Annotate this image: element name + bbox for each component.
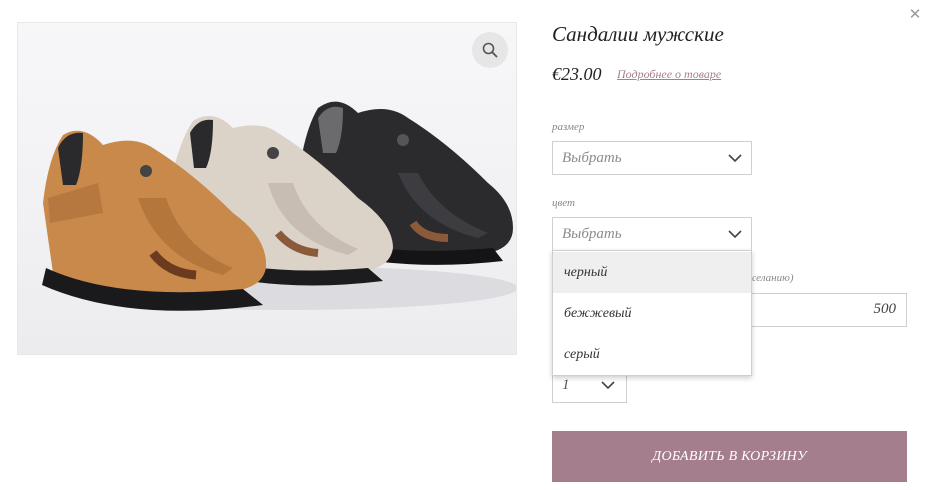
close-icon: ✕ (908, 5, 922, 23)
chevron-down-icon (728, 154, 742, 163)
product-image (17, 22, 517, 355)
color-select-value: Выбрать (562, 226, 622, 242)
color-option-beige[interactable]: бежжевый (553, 293, 751, 334)
text-field-value: 500 (873, 301, 897, 317)
quantity-value: 1 (562, 377, 570, 393)
product-title: Сандалии мужские (552, 22, 724, 46)
zoom-button[interactable] (472, 32, 508, 68)
color-select[interactable]: Выбрать (552, 217, 752, 251)
size-select-value: Выбрать (562, 150, 622, 166)
chevron-down-icon (601, 381, 615, 390)
size-select[interactable]: Выбрать (552, 141, 752, 175)
zoom-icon (482, 42, 498, 58)
color-dropdown-list: черный бежжевый серый (552, 250, 752, 376)
text-field-input[interactable]: 500 (740, 293, 907, 327)
size-label: размер (552, 121, 585, 133)
chevron-down-icon (728, 230, 742, 239)
color-option-gray[interactable]: серый (553, 334, 751, 375)
color-option-black[interactable]: черный (553, 252, 751, 293)
close-button[interactable]: ✕ (906, 5, 924, 23)
product-details-link[interactable]: Подробнее о товаре (617, 67, 721, 82)
color-label: цвет (552, 197, 575, 209)
add-to-cart-button[interactable]: ДОБАВИТЬ В КОРЗИНУ (552, 431, 907, 482)
text-field-label: желанию) (746, 272, 794, 284)
product-price: €23.00 (552, 64, 602, 84)
